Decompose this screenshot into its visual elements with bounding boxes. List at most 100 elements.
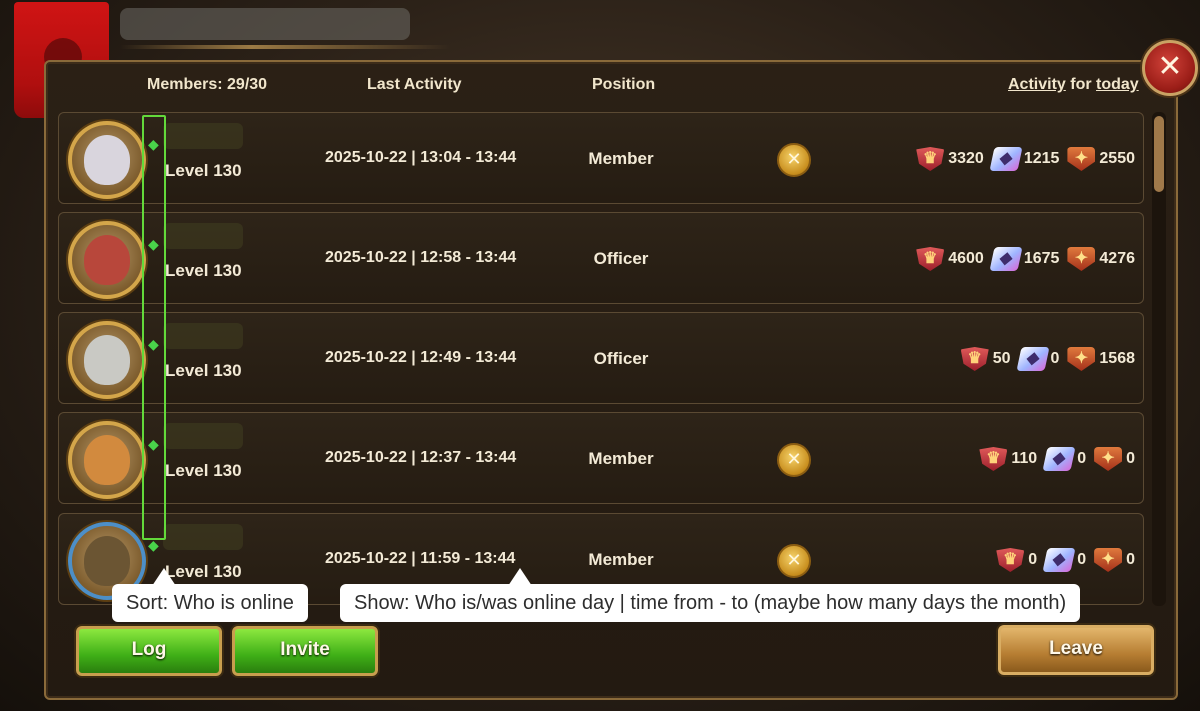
leave-button[interactable]: Leave bbox=[998, 625, 1154, 675]
member-activity-stats: ♛ 3320 ◆ 1215 ✦ 2550 bbox=[908, 147, 1135, 171]
show-callout: Show: Who is/was online day | time from … bbox=[340, 568, 1081, 622]
war-points-icon: ✦ bbox=[1067, 147, 1096, 171]
members-count-header: Members: 29/30 bbox=[147, 76, 267, 94]
war-points-icon: ✦ bbox=[1067, 347, 1096, 371]
close-button[interactable]: ✕ bbox=[1142, 40, 1198, 96]
hero-avatar[interactable] bbox=[68, 321, 146, 399]
hero-avatar[interactable] bbox=[68, 221, 146, 299]
kick-member-button[interactable]: ✕ bbox=[777, 143, 811, 177]
hero-portrait-icon bbox=[84, 235, 130, 285]
war-points: 2550 bbox=[1099, 150, 1135, 167]
activity-points-icon: ♛ bbox=[996, 548, 1025, 572]
members-label: Members: bbox=[147, 76, 223, 93]
titanite-points: 0 bbox=[1077, 551, 1087, 568]
panel-trim bbox=[120, 45, 450, 49]
war-points: 0 bbox=[1126, 450, 1135, 467]
titanite-icon: ◆ bbox=[989, 247, 1023, 271]
titanite-points: 1675 bbox=[1023, 250, 1060, 267]
member-row[interactable]: ◆ Level 130 2025-10-22 | 12:58 - 13:44 O… bbox=[58, 212, 1144, 304]
titanite-points: 0 bbox=[1077, 450, 1087, 467]
member-name-blurred bbox=[163, 123, 243, 149]
position-header[interactable]: Position bbox=[592, 76, 655, 94]
member-level: Level 130 bbox=[165, 161, 242, 180]
member-name-blurred bbox=[163, 223, 243, 249]
war-points: 4276 bbox=[1099, 250, 1135, 267]
war-points: 1568 bbox=[1099, 350, 1135, 367]
member-level: Level 130 bbox=[165, 361, 242, 380]
titanite-icon: ◆ bbox=[1015, 347, 1050, 371]
member-level: Level 130 bbox=[165, 461, 242, 480]
member-level: Level 130 bbox=[165, 261, 242, 280]
callout-tail bbox=[152, 568, 176, 586]
titanite-icon: ◆ bbox=[1042, 447, 1076, 471]
activity-points: 4600 bbox=[948, 250, 984, 267]
member-last-activity: 2025-10-22 | 12:49 - 13:44 bbox=[325, 349, 517, 366]
war-points: 0 bbox=[1126, 551, 1135, 568]
sort-callout-text: Sort: Who is online bbox=[126, 592, 294, 614]
blurred-guild-name bbox=[120, 8, 410, 40]
member-activity-stats: ♛ 0 ◆ 0 ✦ 0 bbox=[988, 548, 1135, 572]
titanite-points: 1215 bbox=[1023, 150, 1060, 167]
member-position: Member bbox=[588, 550, 654, 569]
kick-member-button[interactable]: ✕ bbox=[777, 443, 811, 477]
hero-portrait-icon bbox=[84, 335, 130, 385]
titanite-icon: ◆ bbox=[1042, 548, 1076, 572]
scrollbar[interactable] bbox=[1152, 112, 1166, 606]
kick-member-button[interactable]: ✕ bbox=[777, 544, 811, 578]
activity-points-icon: ♛ bbox=[979, 447, 1008, 471]
list-header: Members: 29/30 Last Activity Position Ac… bbox=[0, 64, 1200, 106]
hero-avatar[interactable] bbox=[68, 121, 146, 199]
last-activity-header[interactable]: Last Activity bbox=[367, 76, 462, 94]
member-row[interactable]: ◆ Level 130 2025-10-22 | 13:04 - 13:44 M… bbox=[58, 112, 1144, 204]
activity-filter: Activity for today bbox=[1008, 76, 1139, 94]
member-list: ◆ Level 130 2025-10-22 | 13:04 - 13:44 M… bbox=[58, 112, 1144, 608]
member-position: Officer bbox=[593, 249, 649, 268]
activity-points-icon: ♛ bbox=[960, 347, 989, 371]
activity-points: 110 bbox=[1011, 450, 1038, 467]
member-position: Member bbox=[588, 449, 654, 468]
member-activity-stats: ♛ 4600 ◆ 1675 ✦ 4276 bbox=[908, 247, 1135, 271]
activity-points-icon: ♛ bbox=[916, 247, 945, 271]
war-points-icon: ✦ bbox=[1094, 548, 1123, 572]
member-name-blurred bbox=[163, 524, 243, 550]
activity-points: 0 bbox=[1028, 551, 1038, 568]
member-last-activity: 2025-10-22 | 12:37 - 13:44 bbox=[325, 449, 517, 466]
hero-portrait-icon bbox=[84, 435, 130, 485]
callout-tail bbox=[508, 568, 532, 586]
activity-for-label: for bbox=[1070, 76, 1092, 93]
members-count: 29/30 bbox=[227, 76, 268, 93]
member-position: Officer bbox=[593, 349, 649, 368]
activity-points: 3320 bbox=[948, 150, 984, 167]
member-activity-stats: ♛ 110 ◆ 0 ✦ 0 bbox=[971, 447, 1135, 471]
war-points-icon: ✦ bbox=[1067, 247, 1096, 271]
member-last-activity: 2025-10-22 | 12:58 - 13:44 bbox=[325, 249, 517, 266]
member-name-blurred bbox=[163, 323, 243, 349]
online-indicator-icon: ◆ bbox=[148, 538, 159, 554]
log-button[interactable]: Log bbox=[76, 626, 222, 676]
period-link[interactable]: today bbox=[1096, 76, 1139, 93]
hero-portrait-icon bbox=[84, 135, 130, 185]
activity-points: 50 bbox=[992, 350, 1011, 367]
titanite-icon: ◆ bbox=[989, 147, 1023, 171]
invite-button[interactable]: Invite bbox=[232, 626, 378, 676]
close-x-icon: ✕ bbox=[1157, 49, 1183, 84]
member-position: Member bbox=[588, 149, 654, 168]
sort-callout: Sort: Who is online bbox=[112, 568, 308, 622]
x-icon: ✕ bbox=[786, 149, 802, 170]
member-level: Level 130 bbox=[165, 562, 242, 581]
hero-portrait-icon bbox=[84, 536, 130, 586]
member-name-blurred bbox=[163, 423, 243, 449]
member-activity-stats: ♛ 50 ◆ 0 ✦ 1568 bbox=[953, 347, 1135, 371]
x-icon: ✕ bbox=[786, 550, 802, 571]
member-last-activity: 2025-10-22 | 11:59 - 13:44 bbox=[325, 550, 516, 567]
online-column-highlight bbox=[142, 115, 166, 540]
x-icon: ✕ bbox=[786, 449, 802, 470]
member-last-activity: 2025-10-22 | 13:04 - 13:44 bbox=[325, 149, 517, 166]
activity-link[interactable]: Activity bbox=[1008, 76, 1066, 93]
member-row[interactable]: ◆ Level 130 2025-10-22 | 12:37 - 13:44 M… bbox=[58, 412, 1144, 504]
activity-points-icon: ♛ bbox=[916, 147, 945, 171]
member-row[interactable]: ◆ Level 130 2025-10-22 | 12:49 - 13:44 O… bbox=[58, 312, 1144, 404]
scroll-thumb[interactable] bbox=[1154, 116, 1164, 192]
hero-avatar[interactable] bbox=[68, 421, 146, 499]
titanite-points: 0 bbox=[1050, 350, 1060, 367]
